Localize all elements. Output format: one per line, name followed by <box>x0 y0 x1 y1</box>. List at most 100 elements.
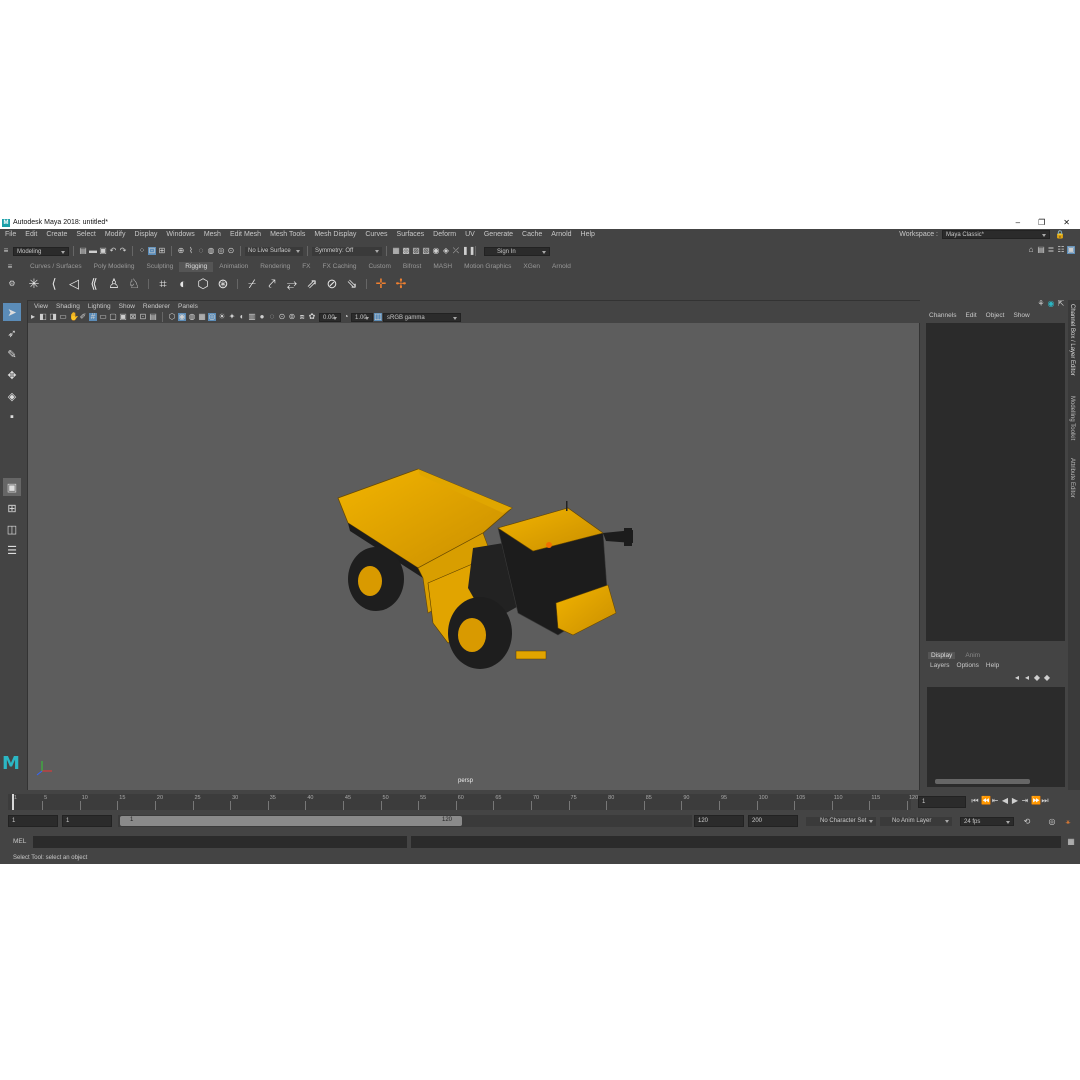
ik-spline-icon[interactable]: ◁ <box>67 277 81 291</box>
arnold-ipr-icon[interactable]: ⤫ <box>452 247 460 255</box>
script-editor-icon[interactable]: ▦ <box>1067 838 1075 846</box>
resolution-gate-icon[interactable]: ▢ <box>109 313 117 321</box>
safe-action-icon[interactable]: ⊡ <box>139 313 147 321</box>
menu-deform[interactable]: Deform <box>428 231 460 238</box>
lock-icon[interactable]: 🔒 <box>1055 230 1065 239</box>
smooth-shade-icon[interactable]: ◉ <box>178 313 186 321</box>
gate-mask-icon[interactable]: ▣ <box>119 313 127 321</box>
gamma-field[interactable]: 1.00 <box>351 312 373 322</box>
menu-uv[interactable]: UV <box>460 231 479 238</box>
cb-settings-icon[interactable]: ⚘ <box>1037 300 1045 308</box>
ik-handle-icon[interactable]: ⟨ <box>47 277 61 291</box>
play-backwards-icon[interactable]: ◀ <box>1001 797 1009 805</box>
sign-in-dropdown[interactable]: Sign In <box>484 246 550 256</box>
redo-icon[interactable]: ↷ <box>119 247 127 255</box>
color-management-icon[interactable]: ◫ <box>374 313 382 321</box>
live-surface-field[interactable]: No Live Surface <box>245 246 303 256</box>
vp-menu-panels[interactable]: Panels <box>174 303 202 310</box>
vp-menu-renderer[interactable]: Renderer <box>139 303 174 310</box>
attribute-editor-icon[interactable]: ▤ <box>1037 246 1045 254</box>
shelf-tab-curves-surfaces[interactable]: Curves / Surfaces <box>24 262 88 272</box>
skeleton-icon[interactable]: ♘ <box>127 277 141 291</box>
cluster-icon[interactable]: ⤤ <box>265 277 279 291</box>
shelf-tab-custom[interactable]: Custom <box>362 262 396 272</box>
grease-pencil-icon[interactable]: ✐ <box>79 313 87 321</box>
xray-joints-icon[interactable]: ⊚ <box>288 313 296 321</box>
shelf-tab-mash[interactable]: MASH <box>427 262 458 272</box>
create-joints-icon[interactable]: ✳ <box>27 277 41 291</box>
select-objects-icon[interactable]: ⊡ <box>148 247 156 255</box>
current-frame-field[interactable]: 1 <box>918 796 966 808</box>
menu-help[interactable]: Help <box>576 231 599 238</box>
isolate-select-icon[interactable]: ◌ <box>268 313 276 321</box>
current-time-marker[interactable] <box>12 794 14 810</box>
cb-help-icon[interactable]: ◉ <box>1047 300 1055 308</box>
gamma-icon[interactable]: ◔ <box>342 313 350 321</box>
shadows-icon[interactable]: ☀ <box>218 313 226 321</box>
hypershade-icon[interactable]: ◉ <box>432 247 440 255</box>
xray-components-icon[interactable]: ⧈ <box>298 313 306 321</box>
four-view-icon[interactable]: ⊞ <box>3 499 21 517</box>
anim-prefs-icon[interactable]: ⚹ <box>1064 818 1072 826</box>
perspective-viewport[interactable]: View Shading Lighting Show Renderer Pane… <box>27 300 921 790</box>
shelf-options-icon[interactable]: ⚙ <box>8 280 16 288</box>
open-scene-icon[interactable]: ▬ <box>89 247 97 255</box>
step-back-frame-icon[interactable]: ⇤ <box>991 797 999 805</box>
point-constraint-icon[interactable]: ⥂ <box>285 277 299 291</box>
xray-icon[interactable]: ⊙ <box>278 313 286 321</box>
rotate-tool-icon[interactable]: ◈ <box>3 387 21 405</box>
step-forward-frame-icon[interactable]: ⇥ <box>1021 797 1029 805</box>
select-tool-icon[interactable]: ➤ <box>3 303 21 321</box>
paint-select-icon[interactable]: ✎ <box>3 345 21 363</box>
menu-surfaces[interactable]: Surfaces <box>392 231 429 238</box>
auto-key-icon[interactable]: ◎ <box>1048 818 1056 826</box>
mel-label[interactable]: MEL <box>13 838 26 845</box>
shelf-tab-fx[interactable]: FX <box>296 262 316 272</box>
shelf-menu-icon[interactable]: ≡ <box>6 263 14 271</box>
shelf-tab-rigging[interactable]: Rigging <box>179 262 214 272</box>
shelf-tab-sculpting[interactable]: Sculpting <box>141 262 180 272</box>
select-camera-icon[interactable]: ▸ <box>29 313 37 321</box>
bind-skin-icon[interactable]: ⌗ <box>156 277 170 291</box>
vp-menu-show[interactable]: Show <box>115 303 139 310</box>
two-d-pan-icon[interactable]: ✋ <box>69 313 79 321</box>
step-forward-key-icon[interactable]: ⏩ <box>1031 797 1041 805</box>
outliner-layout-icon[interactable]: ☰ <box>3 541 21 559</box>
cb-float-icon[interactable]: ⇱ <box>1057 300 1065 308</box>
paint-weights-icon[interactable]: ◐ <box>176 277 190 291</box>
bookmark-icon[interactable]: ◨ <box>49 313 57 321</box>
channel-box-area[interactable] <box>926 323 1065 641</box>
ambient-occlusion-icon[interactable]: ✦ <box>228 313 236 321</box>
unparent-icon[interactable]: ✢ <box>394 277 408 291</box>
menu-edit-mesh[interactable]: Edit Mesh <box>225 231 265 238</box>
select-hierarchy-icon[interactable]: ⁘ <box>138 247 146 255</box>
go-to-end-icon[interactable]: ⏭ <box>1041 797 1049 805</box>
close-button[interactable]: ✕ <box>1063 216 1070 229</box>
pole-vector-icon[interactable]: ⇘ <box>345 277 359 291</box>
layer-menu-help[interactable]: Help <box>986 662 999 669</box>
move-layer-down-icon[interactable]: ◂ <box>1023 674 1031 682</box>
select-components-icon[interactable]: ⊞ <box>158 247 166 255</box>
menu-display[interactable]: Display <box>129 231 161 238</box>
anti-aliasing-icon[interactable]: ▥ <box>248 313 256 321</box>
menu-generate[interactable]: Generate <box>479 231 517 238</box>
tab-display[interactable]: Display <box>928 652 956 659</box>
new-layer-selected-icon[interactable]: ◆ <box>1043 674 1051 682</box>
save-scene-icon[interactable]: ▣ <box>99 247 107 255</box>
image-plane-icon[interactable]: ▭ <box>59 313 67 321</box>
grid-icon[interactable]: # <box>89 313 97 321</box>
play-forwards-icon[interactable]: ▶ <box>1011 797 1019 805</box>
loop-icon[interactable]: ⟲ <box>1023 818 1031 826</box>
modeling-toolkit-icon[interactable]: ⌂ <box>1027 246 1035 254</box>
motion-blur-icon[interactable]: ◐ <box>238 313 246 321</box>
two-view-icon[interactable]: ◫ <box>3 520 21 538</box>
safe-title-icon[interactable]: ▤ <box>149 313 157 321</box>
render-frame-icon[interactable]: ▩ <box>402 247 410 255</box>
single-perspective-icon[interactable]: ▣ <box>3 478 21 496</box>
range-bar[interactable]: 1 120 <box>120 816 462 826</box>
snap-point-icon[interactable]: ◌ <box>197 247 205 255</box>
layer-list-area[interactable] <box>927 687 1065 787</box>
range-track[interactable]: 1 120 <box>118 815 692 827</box>
parent-icon[interactable]: ✛ <box>374 277 388 291</box>
step-back-key-icon[interactable]: ⏪ <box>981 797 991 805</box>
